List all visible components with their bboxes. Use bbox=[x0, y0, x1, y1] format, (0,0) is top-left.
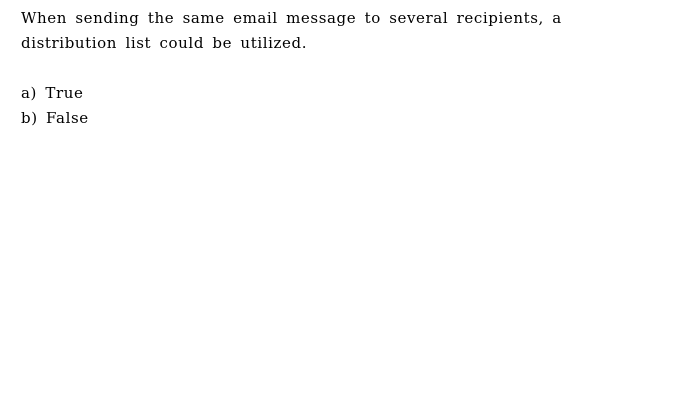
option-text: False bbox=[46, 109, 89, 127]
question-line-2: distribution list could be utilized. bbox=[21, 34, 308, 52]
option-text: True bbox=[45, 84, 84, 102]
answer-options: a) True b) False bbox=[21, 81, 89, 131]
option-letter: b) bbox=[21, 109, 38, 127]
question-text: When sending the same email message to s… bbox=[21, 6, 661, 56]
option-a: a) True bbox=[21, 81, 89, 106]
option-b: b) False bbox=[21, 106, 89, 131]
option-letter: a) bbox=[21, 84, 37, 102]
question-line-1: When sending the same email message to s… bbox=[21, 9, 562, 27]
